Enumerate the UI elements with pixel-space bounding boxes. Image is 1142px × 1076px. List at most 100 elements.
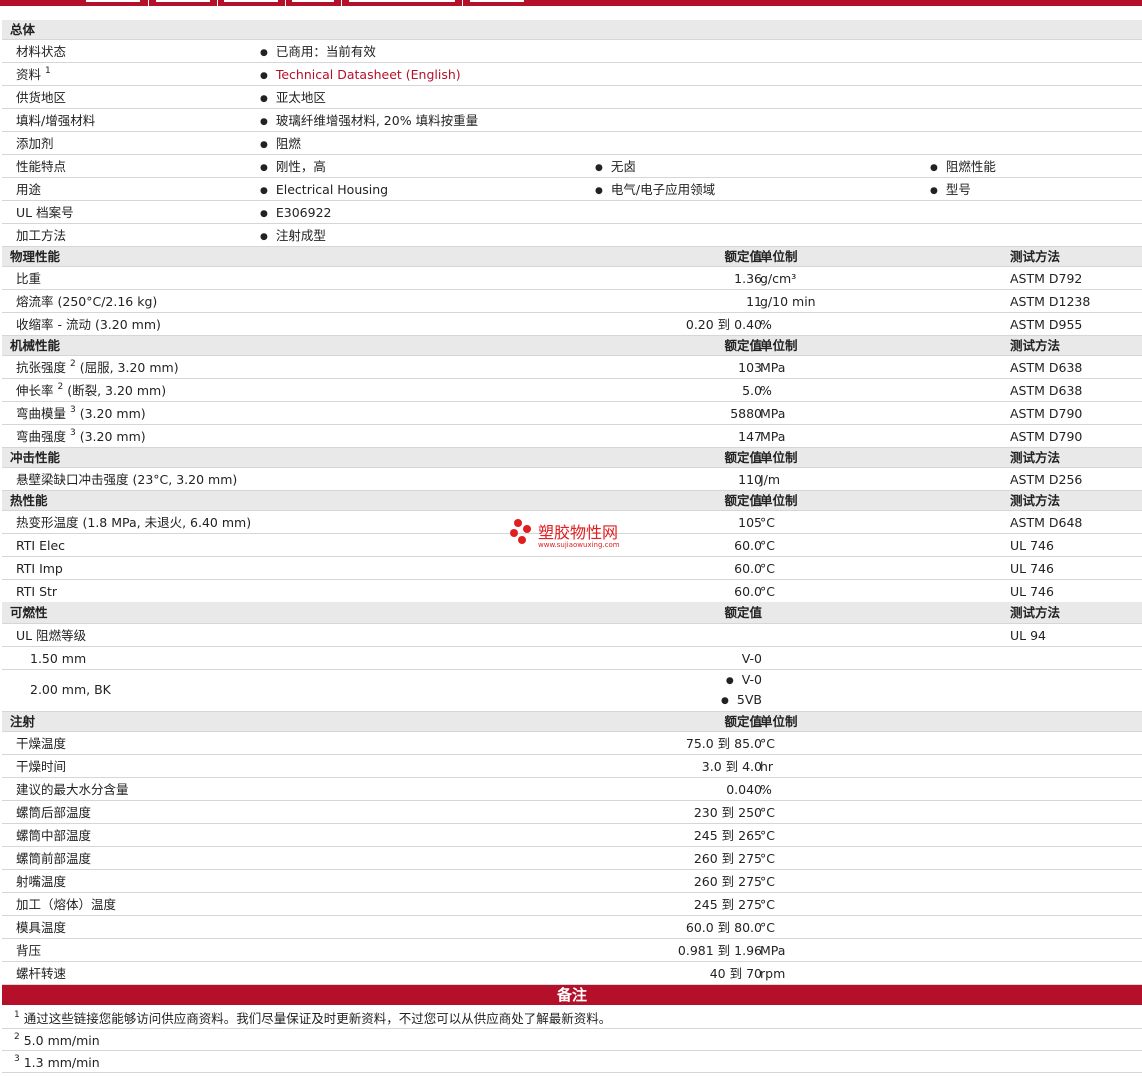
property-label: 抗张强度 2 (屈服, 3.20 mm) bbox=[16, 356, 179, 379]
property-unit: °C bbox=[760, 561, 775, 576]
section-thermal-header: 热性能 额定值 单位制 测试方法 bbox=[2, 491, 1142, 511]
section-title: 注射 bbox=[10, 714, 36, 729]
property-unit: °C bbox=[760, 584, 775, 599]
property-row: 抗张强度 2 (屈服, 3.20 mm) 103 MPa ASTM D638 bbox=[2, 356, 1142, 379]
property-unit: J/m bbox=[760, 472, 781, 487]
property-row: 资料 1 Technical Datasheet (English) bbox=[2, 63, 1142, 86]
col-unit: 单位制 bbox=[760, 450, 798, 465]
property-unit: % bbox=[760, 782, 772, 797]
test-method: UL 94 bbox=[1010, 628, 1046, 643]
col-nominal: 额定值 bbox=[724, 450, 762, 465]
col-test: 测试方法 bbox=[1010, 450, 1061, 465]
property-name: 悬壁梁缺口冲击强度 bbox=[16, 472, 129, 487]
property-row: 螺筒中部温度 245 到 265 °C bbox=[2, 824, 1142, 847]
property-row: 填料/增强材料 玻璃纤维增强材料, 20% 填料按重量 bbox=[2, 109, 1142, 132]
property-unit: MPa bbox=[760, 360, 786, 375]
top-tab[interactable] bbox=[349, 0, 455, 2]
property-name: RTI Elec bbox=[16, 538, 66, 553]
top-tab[interactable] bbox=[470, 0, 524, 2]
property-label: 用途 bbox=[16, 182, 42, 197]
property-value: 1.36 bbox=[734, 271, 762, 286]
test-method: ASTM D790 bbox=[1010, 429, 1083, 444]
col-nominal: 额定值 bbox=[724, 338, 762, 353]
property-value: 245 到 275 bbox=[693, 897, 762, 912]
property-condition: (23°C, 3.20 mm) bbox=[132, 472, 238, 487]
property-label: 干燥时间 bbox=[16, 759, 67, 774]
footnote-ref: 3 bbox=[70, 428, 76, 438]
col-unit: 单位制 bbox=[760, 338, 798, 353]
top-tab[interactable] bbox=[156, 0, 210, 2]
section-title: 可燃性 bbox=[10, 605, 48, 620]
property-name: RTI Str bbox=[16, 584, 58, 599]
property-value: 3.0 到 4.0 bbox=[701, 759, 762, 774]
property-row: 2.00 mm, BK V-0 5VB bbox=[2, 670, 1142, 712]
property-row: 螺杆转速 40 到 70 rpm bbox=[2, 962, 1142, 985]
col-unit: 单位制 bbox=[760, 249, 798, 264]
top-tab[interactable] bbox=[224, 0, 278, 2]
property-condition: - 流动 (3.20 mm) bbox=[57, 317, 161, 332]
property-unit: °C bbox=[760, 805, 775, 820]
top-tab[interactable] bbox=[86, 0, 140, 2]
note-content: 5.0 mm/min bbox=[23, 1033, 100, 1048]
property-label: 螺筒前部温度 bbox=[16, 851, 92, 866]
footnote-ref: 2 bbox=[57, 382, 64, 392]
col-unit: 单位制 bbox=[760, 493, 798, 508]
property-row: 熔流率 (250°C/2.16 kg) 11 g/10 min ASTM D1238 bbox=[2, 290, 1142, 313]
property-row: 比重 1.36 g/cm³ ASTM D792 bbox=[2, 267, 1142, 290]
property-row: UL 阻燃等级 UL 94 bbox=[2, 624, 1142, 647]
note-content: 1.3 mm/min bbox=[23, 1055, 100, 1070]
property-unit: hr bbox=[760, 759, 774, 774]
section-title: 总体 bbox=[10, 22, 36, 37]
property-condition: (3.20 mm) bbox=[79, 406, 146, 421]
property-row: 射嘴温度 260 到 275 °C bbox=[2, 870, 1142, 893]
property-label: RTI Imp bbox=[16, 557, 63, 580]
property-label: 螺筒中部温度 bbox=[16, 828, 92, 843]
property-label: 资料 1 bbox=[16, 66, 51, 83]
property-row: 1.50 mm V-0 bbox=[2, 647, 1142, 670]
note-row: 1 通过这些链接您能够访问供应商资料。我们尽量保证及时更新资料，不过您可以从供应… bbox=[2, 1006, 1142, 1029]
property-value: 5880 bbox=[730, 406, 762, 421]
col-test: 测试方法 bbox=[1010, 249, 1061, 264]
property-unit: °C bbox=[760, 920, 775, 935]
test-method: ASTM D638 bbox=[1010, 383, 1083, 398]
property-unit: °C bbox=[760, 897, 775, 912]
test-method: UL 746 bbox=[1010, 561, 1054, 576]
property-label: 加工（熔体）温度 bbox=[16, 897, 117, 912]
col-test: 测试方法 bbox=[1010, 338, 1061, 353]
property-label: 背压 bbox=[16, 943, 42, 958]
property-row: 螺筒后部温度 230 到 250 °C bbox=[2, 801, 1142, 824]
property-label: 收缩率 - 流动 (3.20 mm) bbox=[16, 313, 161, 336]
property-row: 悬壁梁缺口冲击强度 (23°C, 3.20 mm) 110 J/m ASTM D256 bbox=[2, 468, 1142, 491]
svg-text:www.sujiaowuxing.com: www.sujiaowuxing.com bbox=[538, 541, 620, 549]
test-method: UL 746 bbox=[1010, 584, 1054, 599]
col-nominal: 额定值 bbox=[724, 714, 762, 729]
section-mechanical-header: 机械性能 额定值 单位制 测试方法 bbox=[2, 336, 1142, 356]
property-value: V-0 bbox=[741, 651, 762, 666]
property-value: 260 到 275 bbox=[693, 874, 762, 889]
property-name: 热变形温度 bbox=[16, 515, 79, 530]
property-condition: (屈服, 3.20 mm) bbox=[79, 360, 179, 375]
col-test: 测试方法 bbox=[1010, 605, 1061, 620]
footnote-ref: 3 bbox=[70, 405, 76, 415]
property-condition: (250°C/2.16 kg) bbox=[57, 294, 158, 309]
test-method: ASTM D638 bbox=[1010, 360, 1083, 375]
property-unit: °C bbox=[760, 538, 775, 553]
section-title: 热性能 bbox=[10, 493, 48, 508]
property-label: 熔流率 (250°C/2.16 kg) bbox=[16, 290, 157, 313]
property-unit: MPa bbox=[760, 406, 786, 421]
property-value: 40 到 70 bbox=[709, 966, 762, 981]
test-method: ASTM D790 bbox=[1010, 406, 1083, 421]
footnote-number: 1 bbox=[14, 1010, 20, 1020]
property-value: 0.981 到 1.96 bbox=[677, 943, 762, 958]
test-method: ASTM D792 bbox=[1010, 271, 1083, 286]
top-tab[interactable] bbox=[292, 0, 334, 2]
property-value: 60.0 bbox=[734, 584, 762, 599]
property-label: UL 档案号 bbox=[16, 205, 74, 220]
property-row: 伸长率 2 (断裂, 3.20 mm) 5.0% ASTM D638 bbox=[2, 379, 1142, 402]
property-row: 材料状态 已商用：当前有效 bbox=[2, 40, 1142, 63]
property-value: 5VB bbox=[721, 692, 762, 707]
property-label: 添加剂 bbox=[16, 136, 54, 151]
property-row: 背压 0.981 到 1.96 MPa bbox=[2, 939, 1142, 962]
property-value: 60.0 bbox=[734, 561, 762, 576]
property-label: 建议的最大水分含量 bbox=[16, 782, 129, 797]
